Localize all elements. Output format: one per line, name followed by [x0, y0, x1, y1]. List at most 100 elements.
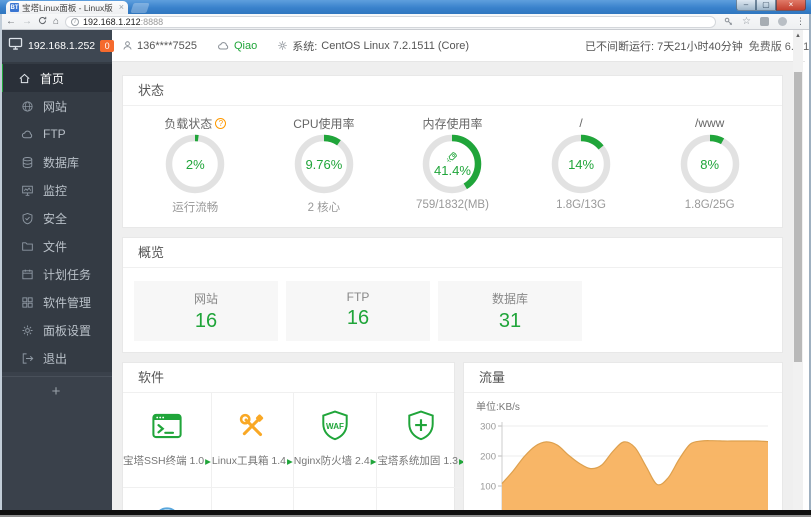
waf-icon: WAF [294, 405, 377, 447]
overview-card[interactable]: 数据库 31 [438, 281, 582, 341]
sidebar-item-label: 数据库 [43, 155, 80, 170]
key-icon[interactable] [724, 17, 733, 26]
status-gauge: /www 8% 1.8G/25G [650, 115, 770, 215]
sidebar-item-cron[interactable]: 计划任务 [0, 260, 112, 288]
software-item[interactable]: Linux工具箱 1.4▶ [211, 393, 294, 488]
tools-icon [212, 405, 293, 447]
sidebar-item-app-store[interactable]: 软件管理 [0, 288, 112, 316]
panel-header: 192.168.1.252 0 136****7525 Qiao 系统: Cen… [0, 30, 809, 62]
sidebar-item-database[interactable]: 数据库 [0, 148, 112, 176]
page-info-icon[interactable]: i [71, 17, 80, 26]
gauge-label: 内存使用率 [422, 116, 483, 131]
card-label: 数据库 [491, 292, 528, 306]
status-title: 状态 [123, 76, 782, 106]
sidebar-item-home[interactable]: 首页 [0, 64, 112, 92]
sidebar-item-panel-settings[interactable]: 面板设置 [0, 316, 112, 344]
window-controls: – ▢ × [736, 0, 806, 11]
window-close-button[interactable]: × [776, 0, 806, 11]
gauge-subtext: 运行流畅 [172, 202, 219, 214]
software-item[interactable]: WAF Nginx防火墙 2.4▶ [293, 393, 378, 488]
window-border-left [0, 14, 2, 517]
svg-text:200: 200 [480, 452, 496, 463]
extension-icon[interactable] [778, 17, 787, 26]
home-icon[interactable]: ⌂ [53, 16, 59, 27]
software-item[interactable]: 宝塔系统加固 1.3▶ [377, 393, 465, 488]
status-panel: 状态 负载状态? 2% 运行流畅 CPU使用率 9.76% 2 核心 内存使用率 41.4% 7… [122, 75, 783, 228]
tab-close-icon[interactable]: × [119, 3, 124, 12]
software-item-empty [377, 488, 464, 511]
monitor-icon [8, 37, 23, 55]
server-ip-block[interactable]: 192.168.1.252 0 [0, 30, 115, 62]
sidebar-item-label: 计划任务 [43, 267, 92, 282]
back-icon[interactable]: ← [6, 16, 16, 27]
calendar-icon [21, 268, 34, 281]
sidebar-add-button[interactable]: + [0, 376, 112, 400]
overview-card[interactable]: FTP 16 [286, 281, 430, 341]
gauge-label: /www [695, 116, 725, 130]
screen: BT 宝塔Linux面板 - Linux版 × – ▢ × ← → ⌂ i 19… [0, 0, 811, 517]
help-icon[interactable]: ? [215, 117, 227, 129]
account-name: Qiao [233, 39, 258, 52]
scrollbar-thumb[interactable] [794, 72, 802, 362]
system-value: CentOS Linux 7.2.1511 (Core) [321, 39, 470, 52]
traffic-chart: 300 200 100 [476, 412, 774, 511]
system-label: 系统: [292, 40, 318, 53]
browser-menu-icon[interactable]: ⋮ [796, 17, 805, 26]
play-icon: ▶ [370, 457, 377, 466]
scrollbar-up-icon[interactable]: ▲ [793, 30, 803, 42]
sidebar-item-label: 网站 [43, 99, 68, 114]
browser-titlebar: BT 宝塔Linux面板 - Linux版 × – ▢ × [0, 0, 811, 14]
new-tab-button[interactable] [130, 3, 150, 13]
gauge-value: 9.76% [305, 156, 343, 172]
refresh-icon[interactable] [38, 16, 47, 28]
sidebar-item-sites[interactable]: 网站 [0, 92, 112, 120]
terminal-icon [123, 405, 211, 447]
bookmark-star-icon[interactable]: ☆ [742, 16, 751, 27]
gear-icon [21, 324, 34, 337]
gauge-value: 8% [700, 156, 720, 172]
phone-item[interactable]: 136****7525 [122, 40, 197, 52]
logout-icon [21, 352, 34, 365]
sidebar-item-label: 软件管理 [43, 295, 92, 310]
address-bar[interactable]: i 192.168.1.212:8888 [65, 15, 717, 28]
sidebar-item-logout[interactable]: 退出 [0, 344, 112, 372]
sidebar-item-label: FTP [43, 127, 66, 141]
gear-icon [277, 40, 288, 51]
window-minimize-button[interactable]: – [736, 0, 756, 11]
status-gauge: / 14% 1.8G/13G [521, 115, 641, 215]
status-gauge: CPU使用率 9.76% 2 核心 [264, 115, 384, 215]
shield-icon [21, 212, 34, 225]
software-item[interactable]: 宝塔SSH终端 1.0▶ [123, 393, 212, 488]
gauge-value: 14% [568, 156, 595, 172]
gauge-subtext: 1.8G/25G [684, 199, 735, 211]
svg-text:100: 100 [480, 482, 496, 493]
page-scrollbar[interactable]: ▲ [793, 30, 803, 511]
software-item-empty[interactable] [123, 488, 212, 511]
server-ip: 192.168.1.252 [28, 40, 96, 52]
uptime-text: 已不间断运行: 7天21小时40分钟 [585, 40, 743, 53]
browser-tab[interactable]: BT 宝塔Linux面板 - Linux版 × [6, 1, 128, 14]
traffic-panel: 流量 单位:KB/s 300 200 100 [463, 362, 783, 511]
window-maximize-button[interactable]: ▢ [756, 0, 776, 11]
software-item-label: 宝塔SSH终端 1.0▶ [123, 455, 211, 467]
bt-favicon-icon: BT [10, 3, 19, 12]
sidebar-item-files[interactable]: 文件 [0, 232, 112, 260]
svg-text:WAF: WAF [326, 422, 344, 431]
header-bar: 136****7525 Qiao 系统: CentOS Linux 7.2.15… [112, 30, 811, 61]
system-item: 系统: CentOS Linux 7.2.1511 (Core) [277, 38, 469, 54]
software-item-empty[interactable] [212, 488, 294, 511]
sidebar-item-monitor[interactable]: 监控 [0, 176, 112, 204]
grid-icon [21, 296, 34, 309]
status-gauge: 负载状态? 2% 运行流畅 [135, 115, 255, 215]
sidebar-item-security[interactable]: 安全 [0, 204, 112, 232]
sidebar: 首页网站 FTP 数据库监控 安全文件计划任务软件管理面板设置 退出 + [0, 62, 112, 511]
traffic-body: 单位:KB/s 300 200 100 [464, 393, 782, 511]
sidebar-item-label: 文件 [43, 239, 68, 254]
extension-icon[interactable] [760, 17, 769, 26]
overview-title: 概览 [123, 238, 782, 268]
overview-card[interactable]: 网站 16 [134, 281, 278, 341]
sidebar-item-label: 首页 [40, 71, 65, 86]
user-icon [122, 40, 133, 51]
sidebar-item-ftp[interactable]: FTP [0, 120, 112, 148]
account-item[interactable]: Qiao [217, 40, 257, 52]
